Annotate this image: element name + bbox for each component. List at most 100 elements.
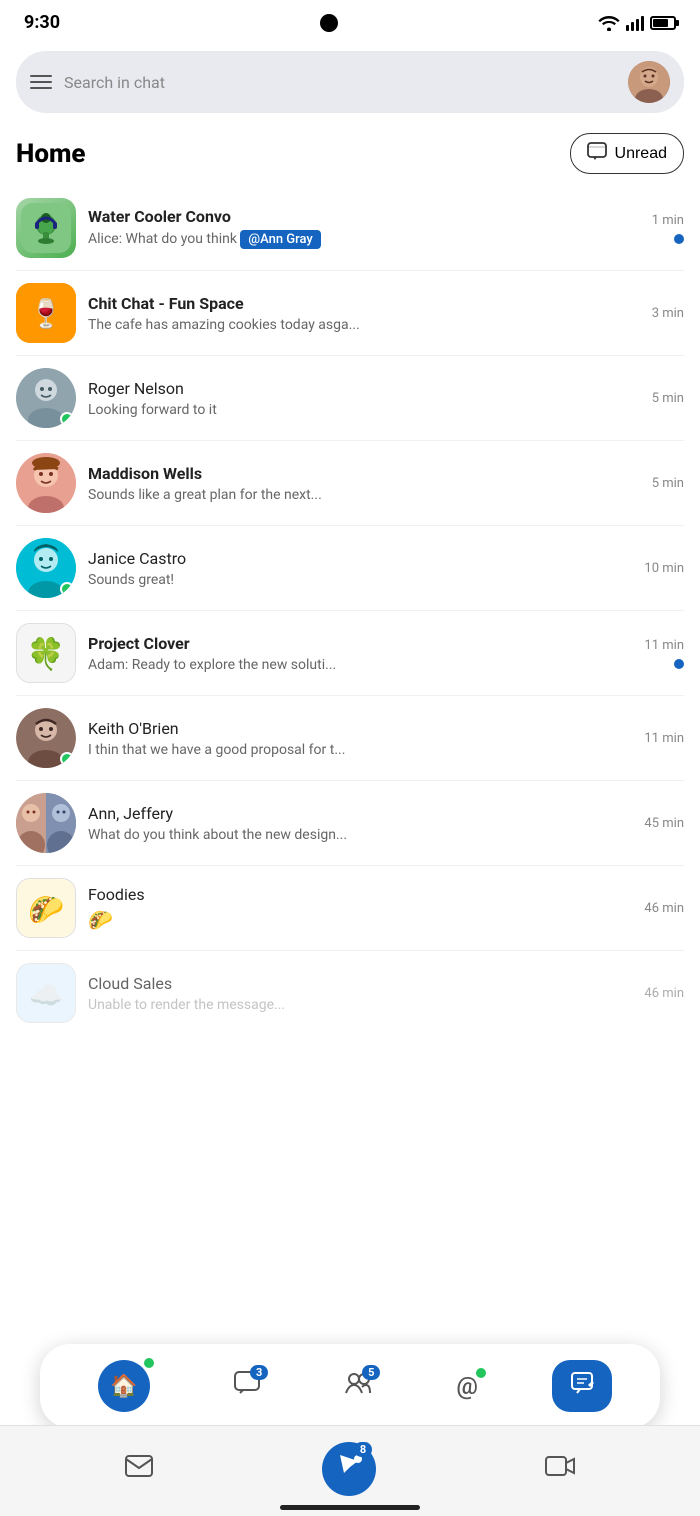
menu-icon[interactable] bbox=[30, 75, 52, 89]
search-input[interactable]: Search in chat bbox=[64, 73, 616, 92]
status-bar: 9:30 bbox=[0, 0, 700, 41]
keith-obrien-time: 11 min bbox=[644, 731, 684, 746]
nav-mentions[interactable]: @ bbox=[446, 1366, 488, 1406]
home-title: Home bbox=[16, 139, 86, 169]
keith-obrien-message: I thin that we have a good proposal for … bbox=[88, 742, 488, 758]
foodies-time: 46 min bbox=[644, 901, 684, 916]
maddison-wells-meta: 5 min bbox=[652, 476, 684, 491]
user-avatar[interactable] bbox=[628, 61, 670, 103]
chat-item-cloud-sales[interactable]: ☁️ Cloud Sales Unable to render the mess… bbox=[16, 951, 684, 1035]
mentions-nav-badge bbox=[476, 1368, 486, 1378]
roger-nelson-meta: 5 min bbox=[652, 391, 684, 406]
roger-nelson-name: Roger Nelson bbox=[88, 379, 640, 398]
mail-tab-icon bbox=[125, 1455, 153, 1483]
water-cooler-name: Water Cooler Convo bbox=[88, 207, 640, 226]
float-nav: 🏠 3 5 @ bbox=[40, 1344, 660, 1428]
janice-castro-time: 10 min bbox=[644, 561, 684, 576]
nav-home[interactable]: 🏠 bbox=[88, 1354, 160, 1418]
foodies-content: Foodies 🌮 bbox=[76, 885, 644, 932]
cloud-sales-message: Unable to render the message... bbox=[88, 997, 488, 1013]
chit-chat-meta: 3 min bbox=[652, 306, 684, 321]
search-container: Search in chat bbox=[0, 41, 700, 125]
tab-mail[interactable] bbox=[109, 1449, 169, 1489]
svg-text:🍀: 🍀 bbox=[27, 636, 66, 673]
chat-item-foodies[interactable]: 🌮 Foodies 🌮 46 min bbox=[16, 866, 684, 951]
chat-item-keith-obrien[interactable]: Keith O'Brien I thin that we have a good… bbox=[16, 696, 684, 781]
ann-jeffery-avatar bbox=[16, 793, 76, 853]
maddison-wells-message: Sounds like a great plan for the next... bbox=[88, 487, 488, 503]
home-indicator bbox=[280, 1505, 420, 1510]
chat-item-janice-castro[interactable]: Janice Castro Sounds great! 10 min bbox=[16, 526, 684, 611]
chit-chat-message: The cafe has amazing cookies today asga.… bbox=[88, 317, 488, 333]
cloud-sales-name: Cloud Sales bbox=[88, 974, 632, 993]
compose-icon bbox=[570, 1371, 594, 1401]
video-tab-icon bbox=[545, 1455, 575, 1483]
chat-tab-badge: 8 bbox=[354, 1442, 372, 1457]
keith-obrien-name: Keith O'Brien bbox=[88, 719, 632, 738]
chat-item-roger-nelson[interactable]: Roger Nelson Looking forward to it 5 min bbox=[16, 356, 684, 441]
project-clover-meta: 11 min bbox=[644, 638, 684, 669]
teams-nav-badge: 5 bbox=[362, 1365, 380, 1380]
unread-button[interactable]: Unread bbox=[570, 133, 684, 174]
unread-indicator bbox=[674, 659, 684, 669]
water-cooler-avatar bbox=[16, 198, 76, 258]
foodies-name: Foodies bbox=[88, 885, 632, 904]
signal-icon bbox=[626, 15, 644, 31]
online-indicator bbox=[60, 412, 74, 426]
search-bar[interactable]: Search in chat bbox=[16, 51, 684, 113]
camera-indicator bbox=[320, 14, 338, 32]
chat-nav-badge: 3 bbox=[250, 1365, 268, 1380]
maddison-wells-name: Maddison Wells bbox=[88, 464, 640, 483]
compose-button[interactable] bbox=[552, 1360, 612, 1412]
ann-jeffery-content: Ann, Jeffery What do you think about the… bbox=[76, 804, 644, 843]
keith-obrien-content: Keith O'Brien I thin that we have a good… bbox=[76, 719, 644, 758]
ann-jeffery-meta: 45 min bbox=[644, 816, 684, 831]
cloud-sales-time: 46 min bbox=[644, 986, 684, 1001]
chit-chat-time: 3 min bbox=[652, 306, 684, 321]
chat-tab-icon bbox=[336, 1453, 362, 1485]
nav-chat[interactable]: 3 bbox=[224, 1365, 270, 1407]
cloud-sales-meta: 46 min bbox=[644, 986, 684, 1001]
bottom-tab-bar: 8 bbox=[0, 1425, 700, 1516]
project-clover-avatar: 🍀 bbox=[16, 623, 76, 683]
janice-castro-meta: 10 min bbox=[644, 561, 684, 576]
ann-jeffery-message: What do you think about the new design..… bbox=[88, 827, 488, 843]
home-nav-icon: 🏠 bbox=[110, 1374, 137, 1399]
chit-chat-content: Chit Chat - Fun Space The cafe has amazi… bbox=[76, 294, 652, 333]
ann-jeffery-time: 45 min bbox=[644, 816, 684, 831]
roger-nelson-time: 5 min bbox=[652, 391, 684, 406]
water-cooler-content: Water Cooler Convo Alice: What do you th… bbox=[76, 207, 652, 249]
project-clover-message: Adam: Ready to explore the new soluti... bbox=[88, 657, 488, 673]
keith-obrien-avatar bbox=[16, 708, 76, 768]
ann-jeffery-name: Ann, Jeffery bbox=[88, 804, 632, 823]
foodies-meta: 46 min bbox=[644, 901, 684, 916]
chat-item-maddison-wells[interactable]: Maddison Wells Sounds like a great plan … bbox=[16, 441, 684, 526]
chit-chat-avatar: 🍷 bbox=[16, 283, 76, 343]
tab-chat[interactable]: 8 bbox=[306, 1436, 392, 1502]
battery-icon bbox=[650, 16, 676, 30]
janice-castro-message: Sounds great! bbox=[88, 572, 488, 588]
water-cooler-time: 1 min bbox=[652, 213, 684, 228]
water-cooler-meta: 1 min bbox=[652, 213, 684, 244]
roger-nelson-message: Looking forward to it bbox=[88, 402, 488, 418]
chat-item-water-cooler[interactable]: Water Cooler Convo Alice: What do you th… bbox=[16, 186, 684, 271]
unread-chat-icon bbox=[587, 142, 607, 165]
unread-label: Unread bbox=[615, 145, 667, 163]
chat-tab-center: 8 bbox=[322, 1442, 376, 1496]
foodies-avatar: 🌮 bbox=[16, 878, 76, 938]
chit-chat-name: Chit Chat - Fun Space bbox=[88, 294, 640, 313]
status-icons bbox=[598, 15, 676, 31]
online-indicator bbox=[60, 752, 74, 766]
project-clover-content: Project Clover Adam: Ready to explore th… bbox=[76, 634, 644, 673]
chat-item-project-clover[interactable]: 🍀 Project Clover Adam: Ready to explore … bbox=[16, 611, 684, 696]
maddison-wells-content: Maddison Wells Sounds like a great plan … bbox=[76, 464, 652, 503]
chat-item-chit-chat[interactable]: 🍷 Chit Chat - Fun Space The cafe has ama… bbox=[16, 271, 684, 356]
nav-home-wrap: 🏠 bbox=[98, 1360, 150, 1412]
cloud-sales-avatar: ☁️ bbox=[16, 963, 76, 1023]
home-header: Home Unread bbox=[0, 125, 700, 186]
nav-teams[interactable]: 5 bbox=[334, 1365, 382, 1407]
svg-text:☁️: ☁️ bbox=[29, 980, 63, 1012]
tab-video[interactable] bbox=[529, 1449, 591, 1489]
unread-indicator bbox=[674, 234, 684, 244]
chat-item-ann-jeffery[interactable]: Ann, Jeffery What do you think about the… bbox=[16, 781, 684, 866]
